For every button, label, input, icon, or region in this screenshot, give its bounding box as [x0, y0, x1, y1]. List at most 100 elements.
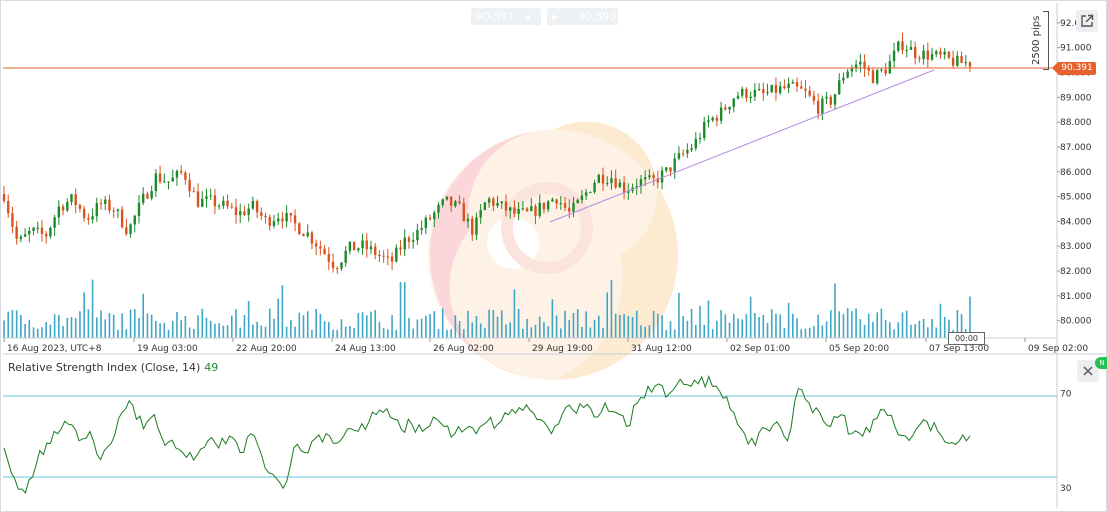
candle-body: [926, 50, 930, 60]
candle-body: [825, 96, 828, 99]
candle-body: [352, 241, 356, 251]
volume-bar: [252, 324, 254, 338]
volume-bar: [522, 328, 524, 338]
volume-bar: [454, 315, 457, 338]
candle-body: [441, 199, 444, 205]
notification-tab[interactable]: N: [1095, 357, 1107, 369]
candle-body: [749, 96, 752, 99]
volume-bar: [914, 324, 916, 338]
time-tick-label: 29 Aug 19:00: [532, 344, 593, 354]
candle-body: [395, 247, 398, 262]
price-tick-label: 85.000: [1060, 193, 1092, 203]
candle-body: [673, 158, 676, 172]
candle-body: [213, 195, 217, 207]
volume-bar: [669, 321, 672, 338]
rsi-tick-label: 70: [1060, 389, 1072, 399]
volume-bar: [243, 314, 246, 338]
volume-bar: [100, 310, 102, 338]
volume-bar: [311, 329, 313, 338]
volume-bar: [146, 313, 149, 338]
volume-bar: [361, 312, 364, 338]
candle-body: [736, 95, 740, 99]
volume-bar: [96, 317, 98, 338]
candle-body: [652, 175, 655, 179]
candle-body: [686, 149, 689, 154]
candle-body: [348, 241, 352, 251]
volume-bar: [593, 320, 596, 338]
time-tick-label: 05 Sep 20:00: [829, 344, 889, 354]
candle-body: [795, 82, 799, 87]
candle-body: [336, 268, 339, 270]
volume-bar: [846, 308, 849, 338]
price-tick-label: 81.000: [1060, 292, 1092, 302]
candle-body: [437, 204, 440, 213]
volume-bar: [775, 313, 777, 338]
candle-body: [724, 107, 727, 110]
candle-body: [542, 202, 546, 210]
candle-body: [357, 248, 360, 251]
volume-bar: [387, 329, 389, 338]
price-chart[interactable]: 92.00091.00090.00089.00088.00087.00086.0…: [0, 0, 1107, 512]
rsi-indicator-title[interactable]: Relative Strength Index (Close, 14) 49: [8, 361, 218, 374]
volume-bar: [711, 329, 714, 338]
volume-bar: [931, 319, 933, 338]
candle-body: [918, 57, 921, 60]
candle-body: [260, 212, 263, 216]
candle-body: [196, 191, 200, 207]
candle-body: [129, 224, 132, 235]
candle-body: [943, 51, 946, 55]
candle-body: [555, 199, 558, 204]
volume-bar: [538, 316, 541, 338]
volume-bar: [513, 289, 516, 338]
candle-body: [593, 182, 596, 193]
candle-body: [7, 200, 10, 214]
candle-body: [812, 95, 816, 101]
price-tick-label: 80.000: [1060, 317, 1092, 327]
volume-bar: [302, 315, 305, 338]
candle-body: [340, 262, 343, 269]
popout-button[interactable]: [1076, 10, 1098, 32]
volume-bar: [11, 309, 14, 338]
watermark-logo: [428, 121, 678, 380]
volume-bar: [159, 323, 161, 338]
volume-bar: [349, 325, 351, 338]
candle-body: [681, 153, 685, 155]
volume-bar: [922, 318, 925, 338]
volume-bar: [581, 327, 583, 338]
candle-body: [61, 206, 65, 211]
candle-body: [521, 208, 525, 210]
volume-bar: [91, 279, 94, 338]
candle-body: [568, 207, 571, 212]
candle-body: [327, 254, 331, 262]
volume-bar: [619, 314, 621, 338]
volume-bar: [804, 328, 807, 338]
volume-bar: [720, 310, 722, 338]
candle-body: [323, 248, 326, 255]
candle-body: [163, 181, 166, 183]
volume-bar: [842, 313, 845, 338]
candle-body: [947, 51, 951, 58]
volume-bar: [83, 292, 85, 338]
candle-body: [82, 208, 86, 219]
candle-body: [66, 202, 69, 211]
candle-body: [104, 199, 107, 204]
volume-bar: [79, 311, 81, 338]
volume-bar: [214, 323, 216, 338]
volume-bar: [589, 327, 592, 338]
candle-body: [150, 190, 153, 199]
volume-bar: [682, 316, 684, 338]
time-tick-label: 16 Aug 2023, UTC+8: [7, 344, 102, 354]
candle-body: [816, 100, 820, 114]
candle-body: [44, 233, 48, 237]
candle-body: [968, 62, 972, 67]
volume-bar: [462, 329, 465, 338]
candle-body: [665, 167, 668, 171]
volume-bar: [446, 329, 448, 338]
time-tick-label: 02 Sep 01:00: [730, 344, 790, 354]
candle-body: [563, 203, 567, 208]
rsi-tick-label: 30: [1060, 484, 1072, 494]
candle-body: [901, 41, 904, 51]
volume-bar: [496, 316, 499, 338]
candle-body: [386, 256, 390, 258]
candle-body: [753, 89, 757, 97]
